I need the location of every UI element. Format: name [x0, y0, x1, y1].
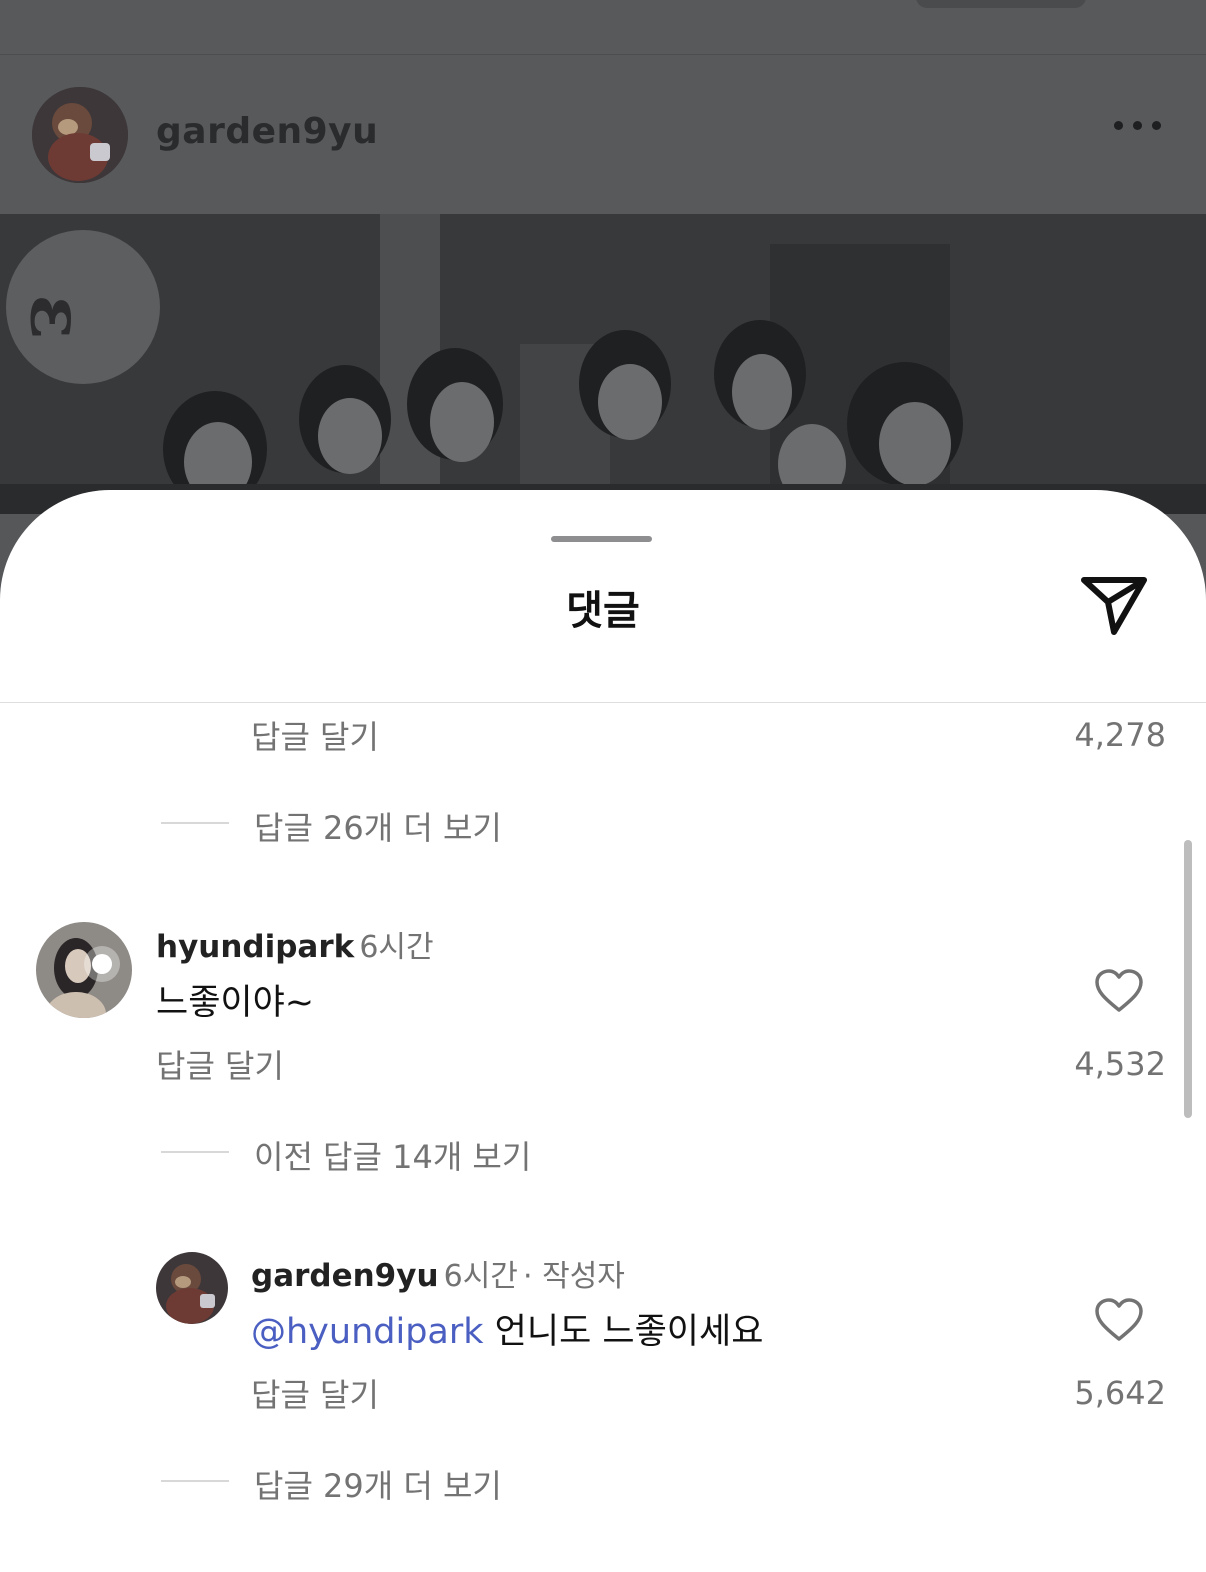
- reply-button[interactable]: 답글 달기: [156, 1041, 284, 1087]
- avatar-image: [156, 1252, 228, 1324]
- heart-outline-icon: [1095, 1298, 1143, 1341]
- view-previous-replies-button[interactable]: 이전 답글 14개 보기: [254, 1132, 531, 1178]
- avatar-image: [32, 87, 128, 183]
- reply-body: 언니도 느좋이세요: [494, 1312, 764, 1352]
- drag-handle[interactable]: [551, 536, 652, 542]
- reply-time: 6시간: [443, 1259, 518, 1294]
- scrollbar[interactable]: [1184, 840, 1192, 1118]
- share-button[interactable]: [1078, 574, 1150, 640]
- comment-time: 6시간: [359, 930, 434, 965]
- more-options-button[interactable]: [1114, 117, 1162, 133]
- thread-line: [161, 1480, 229, 1482]
- more-dot: [1133, 121, 1142, 130]
- mention-link[interactable]: @hyundipark: [251, 1312, 484, 1352]
- thread-line: [161, 1151, 229, 1153]
- logo-glyph: ε: [13, 294, 100, 340]
- author-badge: · 작성자: [523, 1259, 625, 1294]
- post-author-username[interactable]: garden9yu: [156, 111, 378, 152]
- thread-line: [161, 822, 229, 824]
- like-count: 4,278: [1074, 716, 1166, 754]
- like-button[interactable]: [1094, 1297, 1144, 1343]
- comments-sheet: 댓글 답글 달기 4,278 답글 26개 더 보기 hyundipark 6시…: [0, 490, 1206, 1572]
- sheet-title: 댓글: [566, 588, 640, 634]
- brand-logo: ε: [6, 230, 160, 384]
- view-more-replies-button[interactable]: 답글 29개 더 보기: [254, 1461, 502, 1507]
- more-dot: [1152, 121, 1161, 130]
- group-photo: [0, 214, 1206, 514]
- send-icon: [1081, 577, 1147, 635]
- reply-header: garden9yu 6시간 · 작성자: [251, 1251, 625, 1295]
- more-horizontal-icon: [1114, 121, 1123, 130]
- replier-username[interactable]: garden9yu: [251, 1258, 439, 1294]
- commenter-username[interactable]: hyundipark: [156, 929, 354, 965]
- reply-button[interactable]: 답글 달기: [251, 712, 379, 758]
- post-photo: ε: [0, 214, 1206, 514]
- post-author-avatar[interactable]: [32, 87, 128, 183]
- like-count: 5,642: [1074, 1374, 1166, 1412]
- post-header: garden9yu: [0, 55, 1206, 214]
- status-area: [0, 0, 1206, 55]
- heart-outline-icon: [1095, 969, 1143, 1012]
- reply-text: @hyundipark 언니도 느좋이세요: [251, 1303, 763, 1354]
- commenter-avatar[interactable]: [36, 922, 132, 1018]
- header-divider: [0, 702, 1206, 703]
- reply-button[interactable]: 답글 달기: [251, 1370, 379, 1416]
- avatar-image: [36, 922, 132, 1018]
- comment-text: 느좋이야~: [156, 983, 315, 1023]
- like-count: 4,532: [1074, 1045, 1166, 1083]
- top-pill: [916, 0, 1086, 8]
- replier-avatar[interactable]: [156, 1252, 228, 1324]
- comment-header: hyundipark 6시간: [156, 922, 434, 966]
- view-more-replies-button[interactable]: 답글 26개 더 보기: [254, 803, 502, 849]
- like-button[interactable]: [1094, 968, 1144, 1014]
